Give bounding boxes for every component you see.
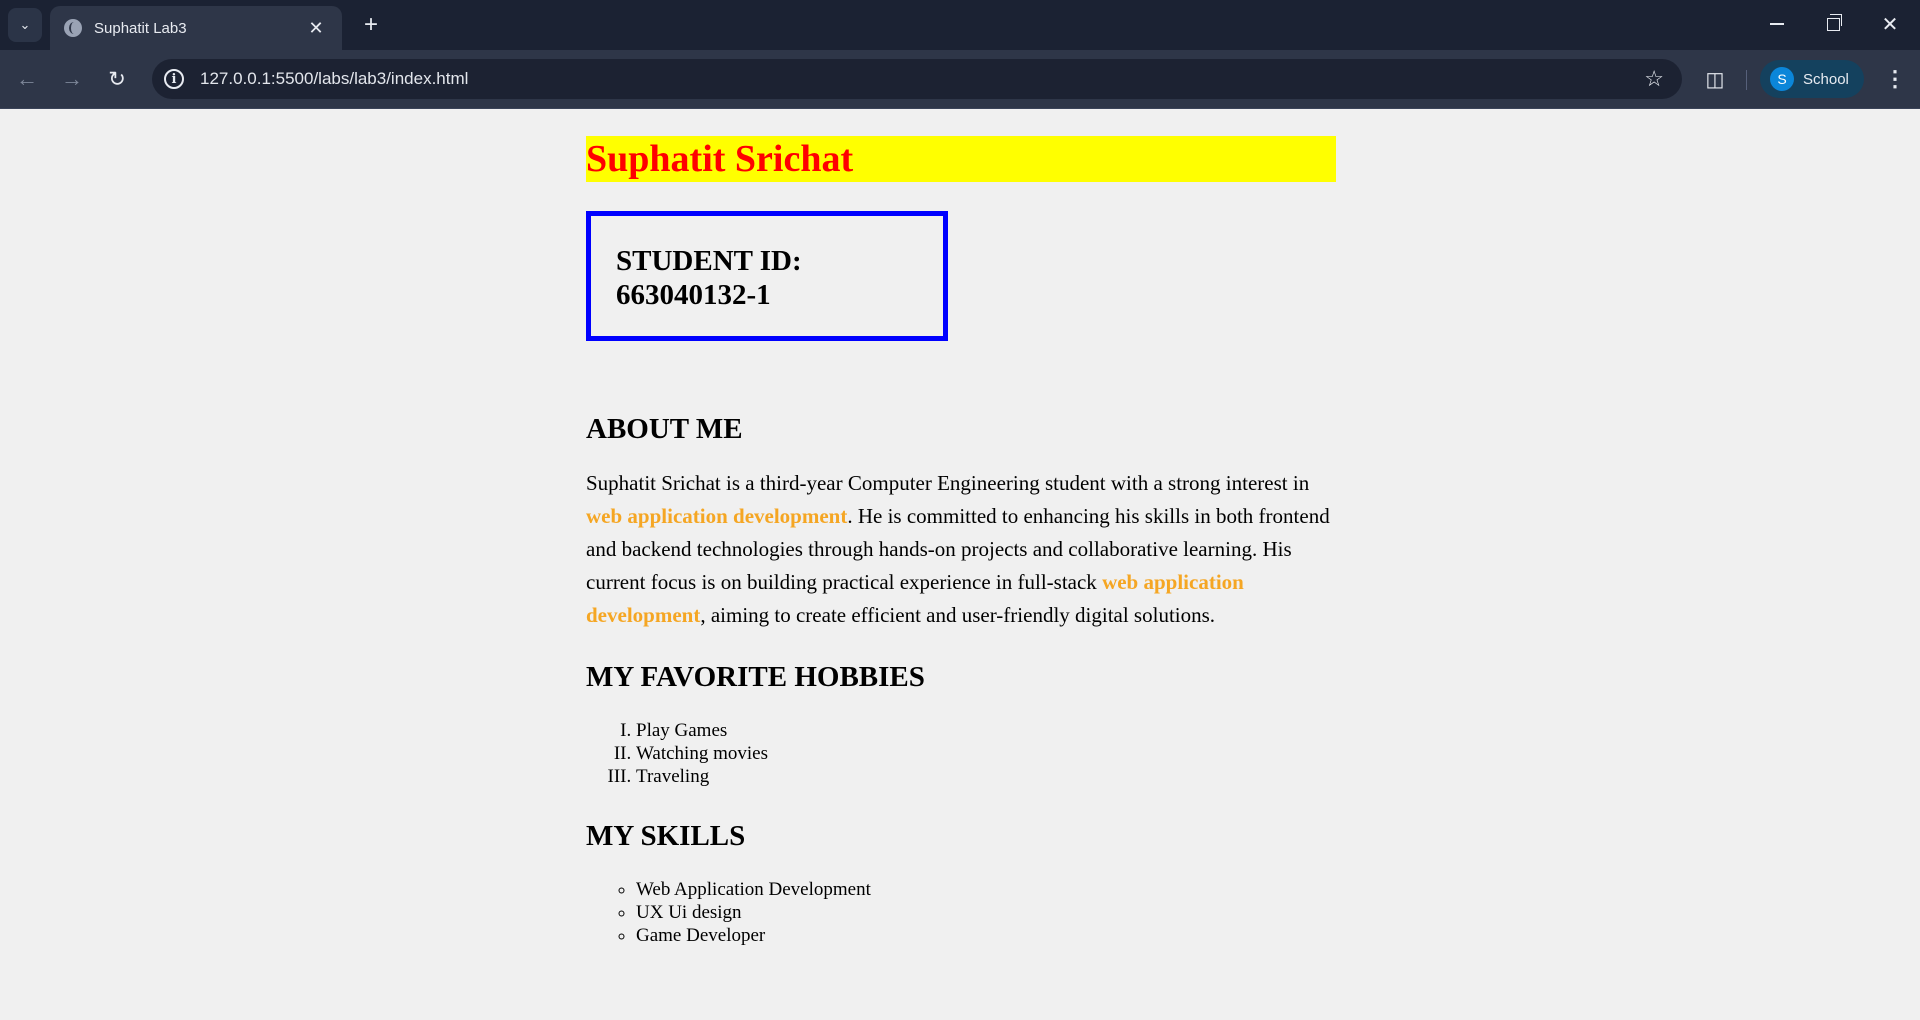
page-title: Suphatit Srichat — [586, 136, 1336, 182]
site-info-icon[interactable]: i — [164, 69, 184, 89]
profile-name: School — [1803, 70, 1849, 88]
url-text[interactable]: 127.0.0.1:5500/labs/lab3/index.html — [200, 69, 1644, 89]
about-text-1: Suphatit Srichat is a third-year Compute… — [586, 471, 1310, 495]
more-menu-icon[interactable]: ⋮ — [1880, 64, 1910, 94]
forward-arrow-icon[interactable]: → — [55, 62, 89, 96]
restore-window-icon[interactable] — [1813, 8, 1853, 40]
new-tab-plus-icon[interactable]: + — [356, 10, 386, 40]
student-id-value: 663040132-1 — [616, 279, 771, 311]
page-content: Suphatit Srichat STUDENT ID: 663040132-1… — [586, 109, 1336, 947]
extensions-puzzle-icon[interactable]: ◫ — [1700, 64, 1730, 94]
list-item: Web Application Development — [636, 878, 1336, 901]
skills-list: Web Application Development UX Ui design… — [586, 878, 1336, 947]
student-id-box: STUDENT ID: 663040132-1 — [586, 211, 948, 341]
hobbies-list: Play Games Watching movies Traveling — [586, 719, 1336, 788]
browser-toolbar: ← → ↻ i 127.0.0.1:5500/labs/lab3/index.h… — [0, 50, 1920, 109]
bookmark-star-icon[interactable]: ☆ — [1644, 66, 1664, 92]
reload-icon[interactable]: ↻ — [100, 62, 134, 96]
about-heading: ABOUT ME — [586, 413, 743, 445]
browser-tab[interactable]: Suphatit Lab3 ✕ — [50, 6, 342, 50]
profile-button[interactable]: S School — [1760, 60, 1864, 98]
close-tab-icon[interactable]: ✕ — [306, 18, 326, 39]
about-paragraph: Suphatit Srichat is a third-year Compute… — [586, 467, 1336, 632]
globe-icon — [64, 19, 82, 37]
minimize-window-icon[interactable] — [1757, 8, 1797, 40]
list-item: Watching movies — [636, 742, 1336, 765]
student-id-label: STUDENT ID: — [616, 245, 802, 277]
skills-heading: MY SKILLS — [586, 820, 746, 852]
list-item: Game Developer — [636, 924, 1336, 947]
back-arrow-icon[interactable]: ← — [10, 62, 44, 96]
toolbar-divider — [1746, 70, 1747, 90]
list-item: UX Ui design — [636, 901, 1336, 924]
about-text-3: , aiming to create efficient and user-fr… — [700, 603, 1216, 627]
browser-tab-bar: ⌄ Suphatit Lab3 ✕ + ✕ — [0, 0, 1920, 50]
list-item: Traveling — [636, 765, 1336, 788]
hobbies-heading: MY FAVORITE HOBBIES — [586, 661, 925, 693]
tab-search-chevron-icon[interactable]: ⌄ — [8, 8, 42, 42]
list-item: Play Games — [636, 719, 1336, 742]
address-bar[interactable]: i 127.0.0.1:5500/labs/lab3/index.html ☆ — [152, 59, 1682, 99]
avatar: S — [1770, 67, 1794, 91]
highlight-text-1: web application development — [586, 504, 848, 528]
close-window-icon[interactable]: ✕ — [1870, 8, 1910, 40]
tab-title: Suphatit Lab3 — [94, 19, 187, 37]
